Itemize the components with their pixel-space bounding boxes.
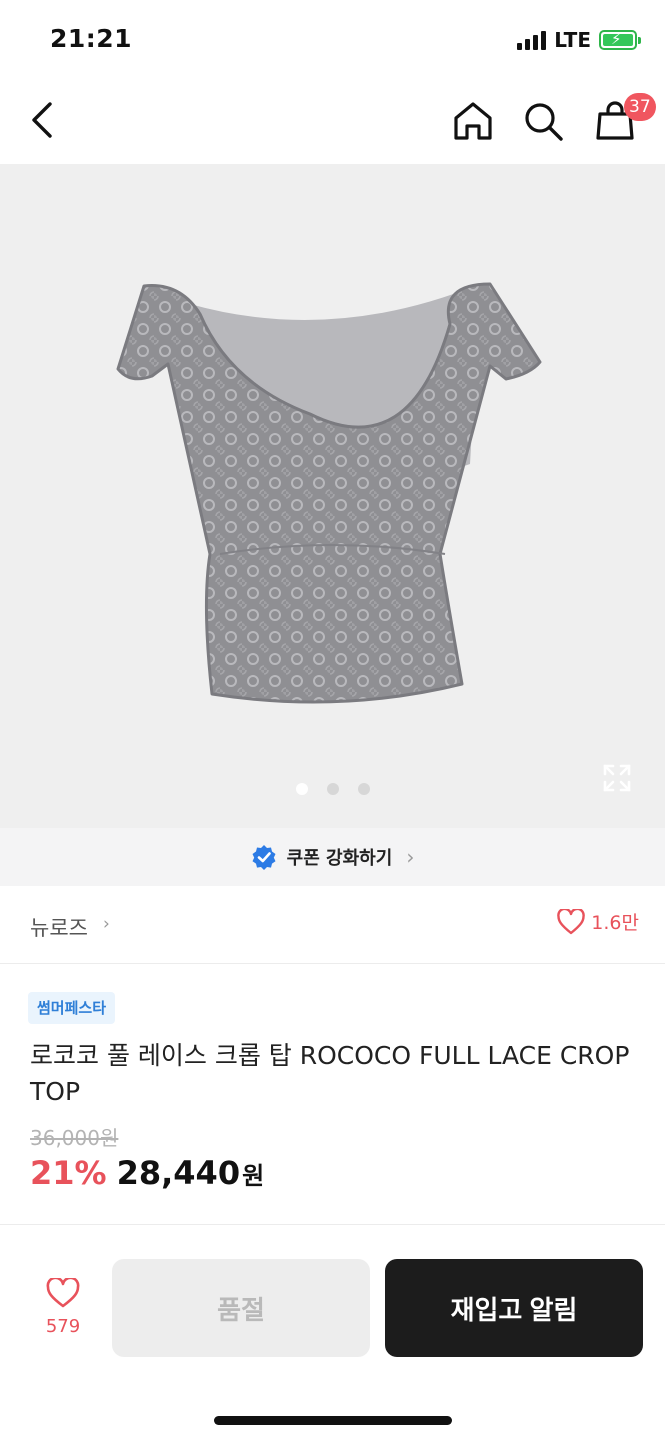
- coupon-upgrade-banner[interactable]: 쿠폰 강화하기 ›: [0, 828, 665, 886]
- brand-row: 뉴로즈 › 1.6만: [0, 886, 665, 964]
- product-image-gallery[interactable]: [0, 164, 665, 828]
- brand-like-count: 1.6만: [591, 912, 639, 934]
- status-indicators: LTE ⚡: [517, 28, 641, 52]
- product-title: 로코코 풀 레이스 크롭 탑 ROCOCO FULL LACE CROP TOP: [30, 1041, 630, 1106]
- top-nav: [0, 80, 665, 164]
- cart-count-badge: 37: [624, 93, 656, 121]
- discount-rate: 21%: [30, 1154, 107, 1192]
- sale-price: 28,440: [116, 1154, 241, 1192]
- chevron-right-icon: ›: [406, 845, 415, 869]
- expand-icon[interactable]: [601, 762, 633, 794]
- home-icon[interactable]: [450, 98, 496, 144]
- search-icon[interactable]: [520, 98, 566, 144]
- network-type: LTE: [554, 28, 591, 52]
- price-row: 21% 28,440 원: [30, 1154, 264, 1192]
- divider: [0, 1224, 665, 1225]
- wishlist-button[interactable]: 579: [30, 1276, 96, 1348]
- wishlist-count: 579: [45, 1316, 81, 1337]
- heart-outline-icon: [46, 1276, 80, 1308]
- back-arrow-icon[interactable]: [22, 98, 66, 142]
- restock-alert-button[interactable]: 재입고 알림: [385, 1259, 643, 1357]
- home-indicator: [214, 1416, 452, 1425]
- signal-icon: [517, 30, 547, 50]
- pagination-dot-active[interactable]: [295, 783, 308, 795]
- original-price: 36,000원: [30, 1126, 119, 1150]
- promotion-tag: 썸머페스타: [28, 992, 116, 1024]
- pagination-dot[interactable]: [357, 783, 370, 795]
- chevron-right-icon[interactable]: ›: [103, 914, 110, 934]
- status-bar: 21:21 LTE ⚡: [0, 0, 665, 80]
- gallery-pagination: [0, 783, 665, 795]
- soldout-button[interactable]: 품절: [112, 1259, 370, 1357]
- brand-name[interactable]: 뉴로즈: [30, 912, 88, 942]
- product-photo: [116, 282, 542, 704]
- pagination-dot[interactable]: [326, 783, 339, 795]
- coupon-label: 쿠폰 강화하기: [286, 848, 393, 869]
- currency-unit: 원: [242, 1162, 265, 1190]
- verified-badge-icon: [252, 845, 276, 870]
- heart-outline-icon: [557, 908, 586, 934]
- battery-icon: ⚡: [599, 30, 641, 50]
- status-time: 21:21: [50, 24, 133, 53]
- brand-like-button[interactable]: 1.6만: [557, 908, 639, 935]
